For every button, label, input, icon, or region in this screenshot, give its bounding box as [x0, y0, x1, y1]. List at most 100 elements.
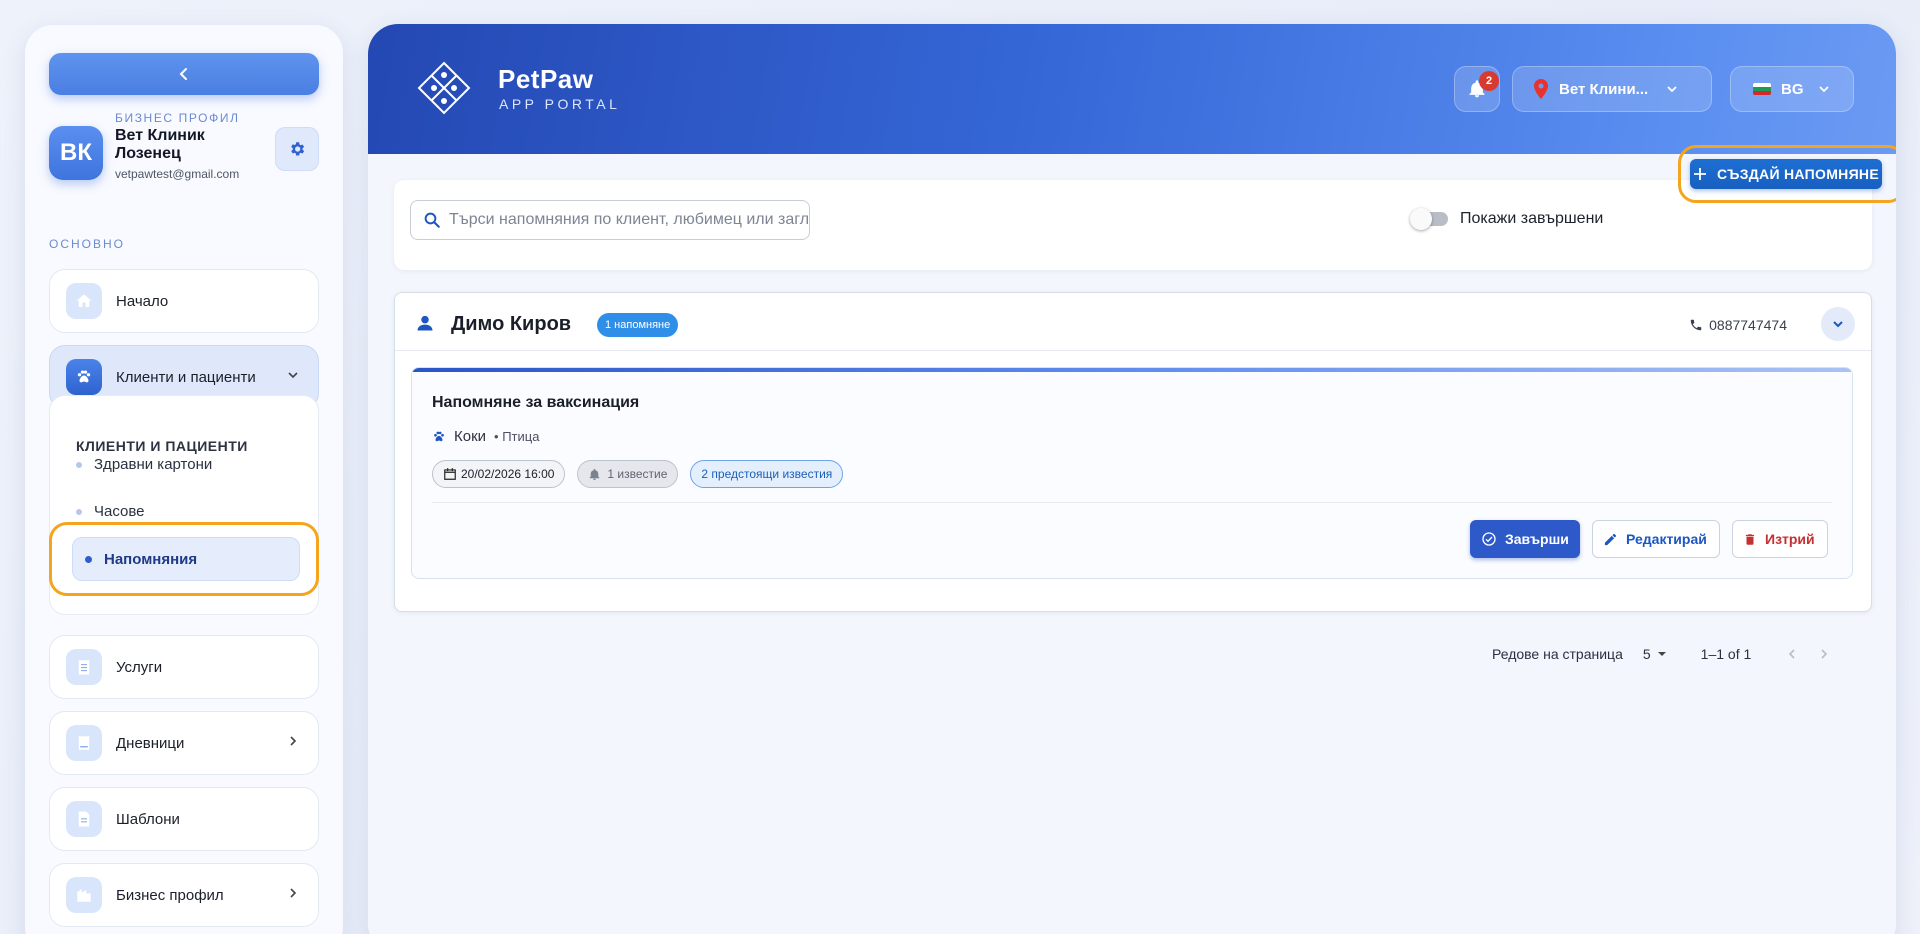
pagination: Редове на страница 5 1–1 of 1 — [1492, 646, 1831, 662]
complete-button[interactable]: Завърши — [1470, 520, 1580, 558]
business-profile: ВК БИЗНЕС ПРОФИЛ Вет Клиник Лозенец vetp… — [49, 111, 319, 201]
sidebar-item-label: Бизнес профил — [116, 886, 224, 904]
pet-name: Коки — [454, 428, 487, 445]
submenu-item-label: Напомняния — [104, 550, 198, 568]
avatar: ВК — [49, 126, 103, 180]
search-field[interactable] — [410, 200, 810, 240]
submenu-item-reminders[interactable]: Напомняния — [72, 537, 300, 581]
petpaw-logo[interactable] — [416, 60, 472, 116]
notifications-sent-chip: 1 известие — [577, 460, 679, 488]
gear-icon — [291, 142, 305, 156]
reminder-chips: 20/02/2026 16:00 1 известие 2 предстоящи… — [432, 460, 855, 488]
notifications-button[interactable]: 2 — [1454, 66, 1500, 112]
sidebar: ВК БИЗНЕС ПРОФИЛ Вет Клиник Лозенец vetp… — [25, 25, 343, 934]
person-icon — [417, 315, 433, 331]
sidebar-item-label: Клиенти и пациенти — [116, 368, 256, 386]
submenu-title: КЛИЕНТИ И ПАЦИЕНТИ — [76, 438, 248, 454]
bullet-icon — [85, 555, 92, 563]
create-reminder-label: СЪЗДАЙ НАПОМНЯНЕ — [1717, 166, 1879, 182]
sidebar-item-label: Начало — [116, 292, 169, 310]
rows-per-page-select[interactable]: 5 — [1643, 646, 1667, 662]
expand-client-button[interactable] — [1821, 307, 1855, 341]
sidebar-item-templates[interactable]: Шаблони — [49, 787, 319, 851]
chevron-left-icon — [179, 68, 187, 80]
clinic-selector[interactable]: Вет Клини... — [1512, 66, 1712, 112]
submenu-item-label: Часове — [94, 503, 145, 520]
chevron-right-icon — [290, 736, 297, 746]
sidebar-item-label: Дневници — [116, 734, 185, 752]
calendar-icon — [444, 468, 456, 480]
collapse-sidebar-button[interactable] — [49, 53, 319, 95]
sidebar-item-services[interactable]: Услуги — [49, 635, 319, 699]
pencil-icon — [1604, 533, 1617, 545]
location-pin-icon — [1534, 79, 1548, 99]
sidebar-item-logs[interactable]: Дневници — [49, 711, 319, 775]
chevron-left-icon[interactable] — [1785, 647, 1799, 661]
settings-button[interactable] — [275, 127, 319, 171]
delete-button[interactable]: Изтрий — [1732, 520, 1828, 558]
chevron-down-icon — [1818, 86, 1829, 93]
phone-icon — [1690, 319, 1702, 331]
client-header[interactable]: Димо Киров 1 напомняне 0887747474 — [395, 293, 1871, 351]
client-name: Димо Киров — [451, 313, 572, 335]
brand-subtitle: APP PORTAL — [499, 96, 621, 112]
plus-icon — [1694, 168, 1706, 180]
document-icon — [66, 801, 102, 837]
brand-name: PetPaw — [498, 64, 594, 94]
edit-button[interactable]: Редактирай — [1592, 520, 1720, 558]
chevron-down-icon — [1667, 86, 1677, 93]
profile-name: Вет Клиник Лозенец — [115, 127, 205, 162]
edit-label: Редактирай — [1626, 531, 1707, 547]
chevron-right-icon[interactable] — [1817, 647, 1831, 661]
chevron-right-icon — [290, 888, 297, 898]
create-reminder-button[interactable]: СЪЗДАЙ НАПОМНЯНЕ — [1690, 159, 1882, 189]
bullet-icon — [76, 461, 82, 468]
sidebar-item-business-profile[interactable]: Бизнес профил — [49, 863, 319, 927]
language-selector[interactable]: BG — [1730, 66, 1854, 112]
divider — [432, 502, 1832, 503]
submenu-clients: КЛИЕНТИ И ПАЦИЕНТИ Здравни картони Часов… — [49, 395, 319, 615]
paw-icon — [434, 431, 444, 441]
language-code: BG — [1781, 80, 1804, 98]
profile-email: vetpawtest@gmail.com — [115, 167, 240, 181]
book-icon — [66, 725, 102, 761]
reminders-toolbar: Покажи завършени — [394, 180, 1872, 270]
reminder-pet: Коки • Птица — [432, 428, 539, 445]
topbar: PetPaw APP PORTAL 2 Вет Клини... BG — [368, 24, 1896, 154]
reminder-datetime: 20/02/2026 16:00 — [461, 467, 555, 481]
profile-caption: БИЗНЕС ПРОФИЛ — [115, 111, 240, 125]
caret-down-icon — [1657, 652, 1666, 656]
check-circle-icon — [1482, 532, 1496, 546]
notifications-sent: 1 известие — [607, 467, 668, 481]
upcoming-notifications: 2 предстоящи известия — [701, 467, 833, 481]
flag-bg-icon — [1753, 83, 1771, 95]
rows-per-page-label: Редове на страница — [1492, 646, 1623, 662]
client-phone: 0887747474 — [1689, 317, 1787, 333]
show-completed-toggle[interactable] — [1410, 208, 1448, 230]
sidebar-item-home[interactable]: Начало — [49, 269, 319, 333]
bullet-icon — [76, 508, 82, 515]
client-phone-number: 0887747474 — [1709, 317, 1787, 333]
search-icon — [424, 212, 440, 228]
section-label: ОСНОВНО — [49, 237, 126, 251]
submenu-item-appointments[interactable]: Часове — [76, 503, 145, 520]
chevron-down-icon — [288, 372, 298, 379]
trash-icon — [1745, 533, 1755, 545]
client-group: Димо Киров 1 напомняне 0887747474 Напомн… — [394, 292, 1872, 612]
chevron-down-icon — [1833, 321, 1843, 328]
clinic-name: Вет Клини... — [1559, 80, 1649, 98]
sidebar-item-label: Услуги — [116, 658, 163, 676]
clipboard-icon — [66, 649, 102, 685]
reminder-card: Напомняне за ваксинация Коки • Птица 20/… — [411, 367, 1853, 579]
complete-label: Завърши — [1505, 531, 1569, 547]
search-input[interactable] — [449, 211, 809, 229]
pet-species: • Птица — [494, 429, 540, 444]
show-completed-label: Покажи завършени — [1460, 210, 1604, 227]
rows-per-page-value: 5 — [1642, 646, 1651, 662]
upcoming-notifications-chip: 2 предстоящи известия — [690, 460, 844, 488]
paw-icon — [66, 359, 102, 395]
main-panel: PetPaw APP PORTAL 2 Вет Клини... BG Пока… — [368, 24, 1896, 934]
reminder-datetime-chip: 20/02/2026 16:00 — [432, 460, 566, 488]
reminder-title: Напомняне за ваксинация — [432, 394, 640, 411]
submenu-item-health-records[interactable]: Здравни картони — [76, 456, 212, 473]
